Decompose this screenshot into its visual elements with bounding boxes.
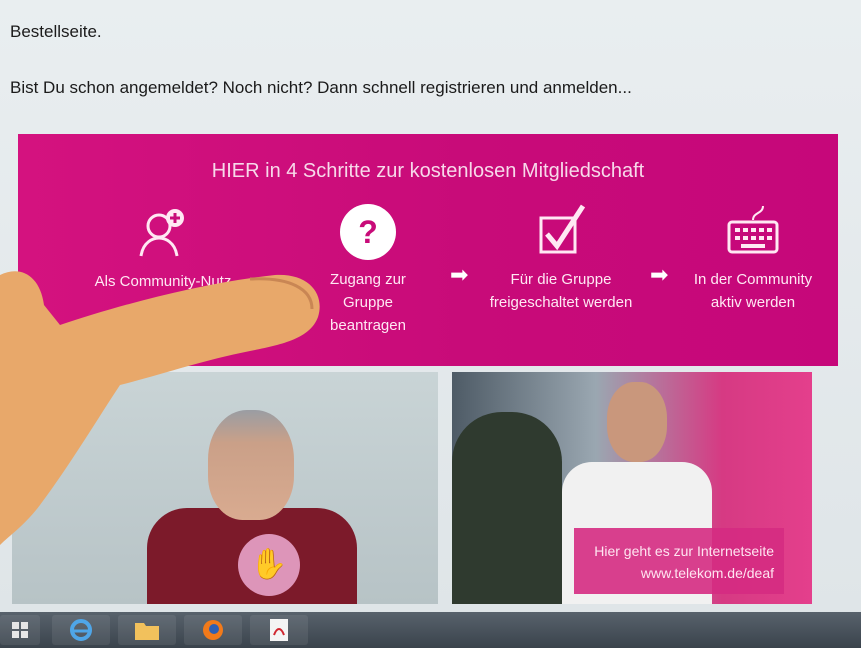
pdf-icon[interactable] (250, 615, 308, 645)
svg-text:?: ? (358, 214, 378, 250)
intro-text-order-page: Bestellseite. (10, 22, 102, 41)
step-request-access[interactable]: ? Zugang zur Gruppe beantragen (303, 202, 433, 337)
step-label-line1: Für die Gruppe (510, 271, 612, 288)
website-url[interactable]: www.telekom.de/deaf (641, 565, 774, 581)
step-group-approval[interactable]: Für die Gruppe freigeschaltet werden (476, 202, 646, 314)
step-label-line3: beantragen (330, 317, 406, 334)
membership-steps-banner: HIER in 4 Schritte zur kostenlosen Mitgl… (18, 134, 838, 366)
keyboard-icon (727, 205, 779, 254)
step-label: Als Community-Nutz (94, 273, 232, 290)
sign-language-icon: ✋ (238, 534, 300, 596)
step-label-line2: Gruppe (342, 294, 394, 311)
step-community-active[interactable]: In der Community aktiv werden (678, 202, 828, 314)
internet-explorer-icon[interactable] (52, 615, 110, 645)
presenter-head (208, 410, 294, 520)
checkbox-icon (539, 204, 586, 254)
sign-language-video-thumbnail[interactable]: ✋ (12, 372, 438, 604)
question-icon: ? (340, 204, 396, 260)
add-user-icon (139, 209, 184, 257)
step-label-line1: Zugang zur (330, 271, 406, 288)
arrow-right-icon: ➡ (650, 262, 669, 287)
intro-text-register: Bist Du schon angemeldet? Noch nicht? Da… (10, 78, 632, 97)
customer-figure (452, 412, 562, 604)
browser-content: Bestellseite. Bist Du schon angemeldet? … (0, 0, 861, 612)
telekom-shop-image[interactable]: Hier geht es zur Internetseite www.telek… (452, 372, 812, 604)
website-link-box[interactable]: Hier geht es zur Internetseite www.telek… (574, 528, 784, 594)
banner-title: HIER in 4 Schritte zur kostenlosen Mitgl… (211, 160, 645, 182)
arrow-right-icon: ➡ (450, 262, 469, 287)
firefox-icon[interactable] (184, 615, 242, 645)
employee-head (607, 382, 667, 462)
step-label-line2: freigeschaltet werden (489, 294, 633, 311)
start-icon[interactable] (0, 615, 40, 645)
step-label-line2: aktiv werden (710, 294, 796, 311)
step-community-user[interactable]: Als Community-Nutz (78, 204, 248, 293)
folder-icon[interactable] (118, 615, 176, 645)
step-label-line1: In der Community (693, 271, 813, 288)
windows-taskbar (0, 612, 861, 648)
website-link-text: Hier geht es zur Internetseite (594, 543, 774, 559)
